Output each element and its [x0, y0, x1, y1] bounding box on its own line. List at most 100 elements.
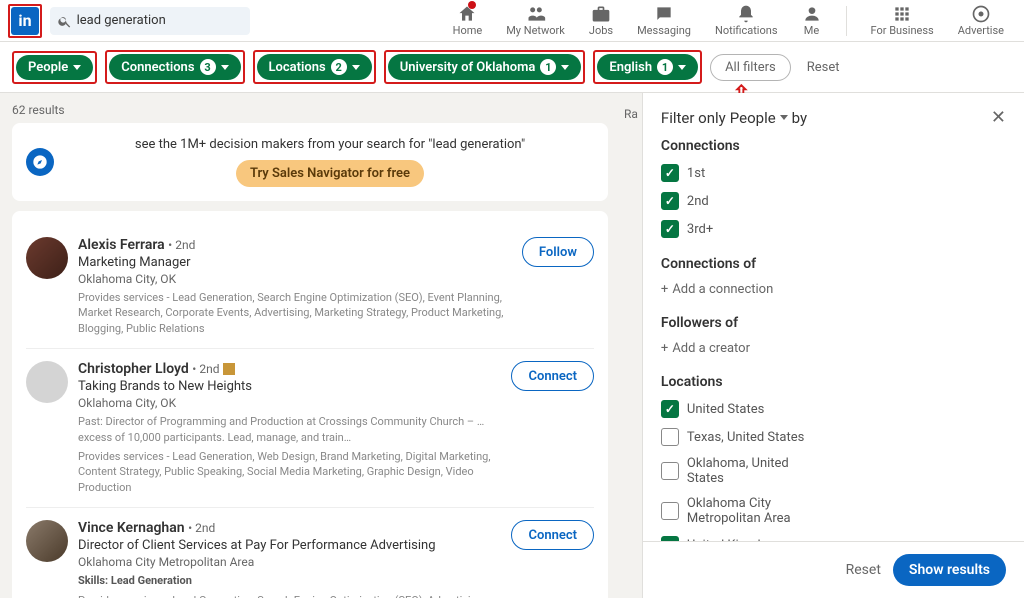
checkbox-1st[interactable]: 1st [661, 164, 821, 182]
caret-down-icon [780, 115, 788, 120]
nav-network[interactable]: My Network [506, 4, 565, 37]
avatar-icon [802, 4, 822, 24]
nav-label: Notifications [715, 24, 778, 37]
nav-label: For Business [871, 24, 934, 37]
result-location: Oklahoma City, OK [78, 396, 501, 410]
promo-button[interactable]: Try Sales Navigator for free [236, 160, 424, 187]
connect-button[interactable]: Connect [511, 520, 594, 550]
avatar[interactable] [26, 520, 68, 562]
search-input[interactable] [77, 13, 242, 28]
reset-link[interactable]: Reset [807, 60, 840, 75]
entity-selector[interactable]: People [730, 109, 788, 127]
checkbox-okc[interactable]: Oklahoma City Metropolitan Area [661, 496, 821, 526]
logo-highlight: in [8, 4, 42, 38]
search-icon [58, 14, 71, 28]
add-connection-link[interactable]: + Add a connection [661, 282, 1006, 297]
filter-highlight: Locations 2 [253, 50, 376, 84]
avatar[interactable] [26, 237, 68, 279]
nav-home[interactable]: Home [453, 4, 483, 37]
panel-header: Filter only People by ✕ [643, 93, 1024, 138]
jobs-icon [591, 4, 611, 24]
all-filters-button[interactable]: All filters [710, 54, 791, 81]
checkbox-3rd[interactable]: 3rd+ [661, 220, 821, 238]
checkbox-icon [661, 192, 679, 210]
section-title: Connections of [661, 256, 1006, 272]
checkbox-2nd[interactable]: 2nd [661, 192, 821, 210]
result-name[interactable]: Alexis Ferrara • 2nd [78, 237, 512, 253]
section-title: Locations [661, 374, 1006, 390]
result-meta: Provides services - Lead Generation, Sea… [78, 290, 512, 336]
avatar[interactable] [26, 361, 68, 403]
checkbox-us[interactable]: United States [661, 400, 821, 418]
filter-connections[interactable]: Connections 3 [109, 54, 240, 80]
result-body: Christopher Lloyd • 2nd Taking Brands to… [78, 361, 501, 495]
filter-locations[interactable]: Locations 2 [257, 54, 372, 80]
section-title: Connections [661, 138, 1006, 154]
result-name[interactable]: Christopher Lloyd • 2nd [78, 361, 501, 377]
result-name[interactable]: Vince Kernaghan • 2nd [78, 520, 501, 536]
result-item[interactable]: Christopher Lloyd • 2nd Taking Brands to… [26, 348, 594, 507]
result-body: Alexis Ferrara • 2nd Marketing Manager O… [78, 237, 512, 336]
caret-down-icon [678, 65, 686, 70]
caret-down-icon [73, 65, 81, 70]
caret-down-icon [221, 65, 229, 70]
nav-label: Home [453, 24, 483, 37]
connect-button[interactable]: Connect [511, 361, 594, 391]
nav-me[interactable]: Me [802, 4, 822, 37]
pill-label: English [609, 60, 652, 75]
filter-bar: People Connections 3 Locations 2 Univers… [0, 42, 1024, 93]
nav-advertise[interactable]: Advertise [958, 4, 1004, 37]
section-title: Followers of [661, 315, 1006, 331]
panel-title: Filter only [661, 109, 726, 127]
show-results-button[interactable]: Show results [893, 554, 1006, 586]
panel-body[interactable]: Connections 1st 2nd 3rd+ Connections of … [643, 138, 1024, 541]
pill-count: 1 [540, 59, 556, 75]
result-item[interactable]: Vince Kernaghan • 2nd Director of Client… [26, 507, 594, 598]
nav-separator [846, 6, 847, 36]
nav-business[interactable]: For Business [871, 4, 934, 37]
nav-label: Messaging [637, 24, 691, 37]
result-item[interactable]: Alexis Ferrara • 2nd Marketing Manager O… [26, 225, 594, 348]
checkbox-icon [661, 502, 679, 520]
results-count: 62 results [12, 103, 608, 117]
checkbox-ok[interactable]: Oklahoma, United States [661, 456, 821, 486]
close-icon[interactable]: ✕ [991, 107, 1006, 128]
pill-count: 3 [200, 59, 216, 75]
result-title: Director of Client Services at Pay For P… [78, 538, 501, 553]
filter-language[interactable]: English 1 [597, 54, 698, 80]
network-icon [526, 4, 546, 24]
section-followers-of: Followers of + Add a creator [661, 315, 1006, 356]
checkbox-icon [661, 400, 679, 418]
results-card: Alexis Ferrara • 2nd Marketing Manager O… [12, 211, 608, 598]
filter-school[interactable]: University of Oklahoma 1 [388, 54, 582, 80]
nav-jobs[interactable]: Jobs [589, 4, 613, 37]
section-connections: Connections 1st 2nd 3rd+ [661, 138, 1006, 238]
nav-label: Advertise [958, 24, 1004, 37]
linkedin-logo[interactable]: in [11, 7, 39, 35]
caret-down-icon [561, 65, 569, 70]
results-column: 62 results see the 1M+ decision makers f… [0, 93, 620, 598]
side-text: Ra [620, 93, 642, 598]
target-icon [971, 4, 991, 24]
result-meta: Provides services - Lead Generation, Sea… [78, 593, 501, 598]
panel-reset-button[interactable]: Reset [846, 562, 881, 578]
grid-icon [892, 4, 912, 24]
checkbox-icon [661, 428, 679, 446]
nav-notifications[interactable]: Notifications [715, 4, 778, 37]
filter-people[interactable]: People [16, 55, 93, 80]
nav-label: Jobs [589, 24, 613, 37]
nav-messaging[interactable]: Messaging [637, 4, 691, 37]
follow-button[interactable]: Follow [522, 237, 594, 267]
section-connections-of: Connections of + Add a connection [661, 256, 1006, 297]
checkbox-tx[interactable]: Texas, United States [661, 428, 821, 446]
all-filters-wrap: All filters ⇧ [710, 54, 791, 81]
add-creator-link[interactable]: + Add a creator [661, 341, 1006, 356]
search-box[interactable] [50, 7, 250, 35]
checkbox-icon [661, 220, 679, 238]
result-skills: Skills: Lead Generation [78, 573, 501, 588]
promo-text: see the 1M+ decision makers from your se… [66, 137, 594, 187]
pill-label: People [28, 60, 68, 75]
result-location: Oklahoma City, OK [78, 272, 512, 286]
nav-label: Me [804, 24, 819, 37]
compass-icon [26, 148, 54, 176]
